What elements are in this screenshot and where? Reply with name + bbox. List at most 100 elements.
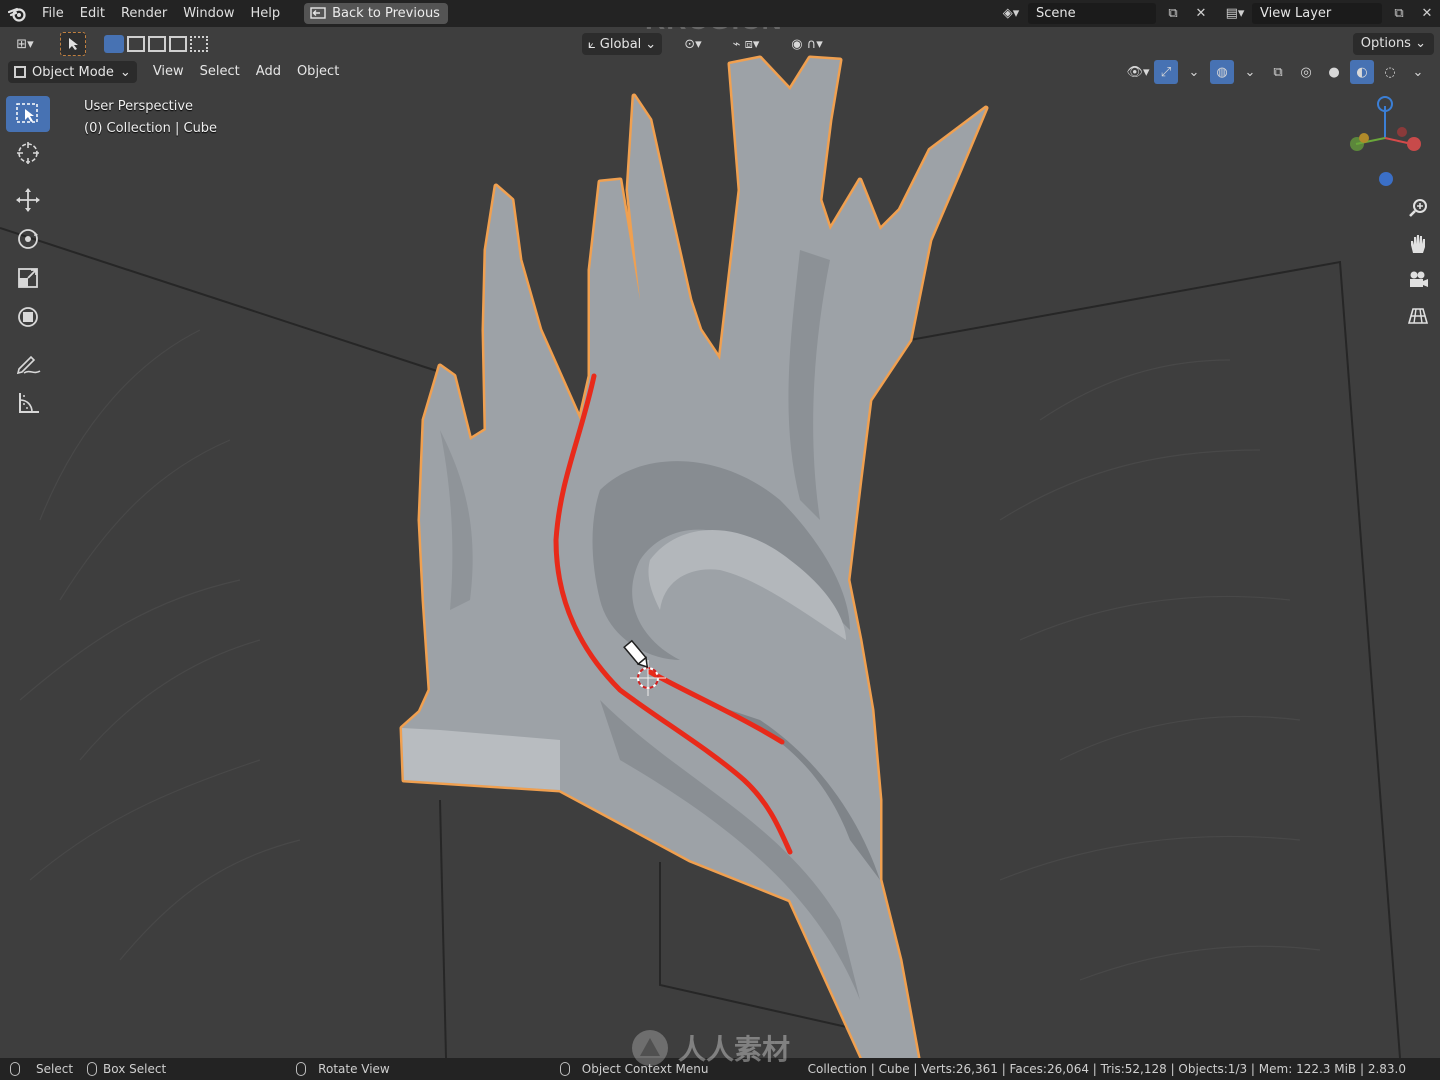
scene-selector-group: ◈▾ Scene ⧉ ✕ ▤▾ View Layer ⧉ ✕ bbox=[1000, 3, 1438, 24]
tool-shelf bbox=[6, 96, 52, 424]
mouse-right-icon bbox=[559, 1062, 570, 1076]
viewport-header: Object Mode ⌄ View Select Add Object 👁▾ … bbox=[0, 60, 1440, 84]
tool-header: ⊞▾ ⟀ Global ⌄ ⊙▾ ⌁ ⧈▾ ◉ ∩▾ Options ⌄ bbox=[0, 30, 1440, 58]
zoom-button[interactable] bbox=[1404, 190, 1432, 226]
new-scene-icon[interactable]: ⧉ bbox=[1162, 3, 1184, 24]
gizmo-toggle-icon[interactable]: ⤢ bbox=[1154, 60, 1178, 84]
back-to-previous-button[interactable]: Back to Previous bbox=[304, 3, 448, 24]
mouse-drag-icon bbox=[87, 1062, 98, 1076]
material-shading-icon[interactable]: ◐ bbox=[1350, 60, 1374, 84]
select-subtract-icon[interactable] bbox=[148, 36, 166, 52]
select-box-tool[interactable] bbox=[6, 96, 50, 132]
scene-field[interactable]: Scene bbox=[1028, 3, 1156, 24]
top-menu-bar: File Edit Render Window Help Back to Pre… bbox=[0, 0, 1440, 27]
select-invert-icon[interactable] bbox=[169, 36, 187, 52]
menu-render[interactable]: Render bbox=[113, 0, 175, 27]
visibility-icon[interactable]: 👁▾ bbox=[1126, 60, 1150, 84]
menu-window[interactable]: Window bbox=[175, 0, 242, 27]
status-rotate-view-label: Rotate View bbox=[318, 1062, 390, 1076]
scale-tool[interactable] bbox=[6, 260, 50, 296]
overlay-dropdown-icon[interactable]: ⌄ bbox=[1238, 60, 1262, 84]
select-intersect-icon[interactable] bbox=[190, 36, 208, 52]
select-box-icon bbox=[16, 103, 38, 123]
scene-statistics: Collection | Cube | Verts:26,361 | Faces… bbox=[807, 1062, 1406, 1076]
view-layer-field[interactable]: View Layer bbox=[1252, 3, 1382, 24]
select-extend-icon[interactable] bbox=[127, 36, 145, 52]
select-mode-group bbox=[104, 32, 208, 56]
navigation-gizmo[interactable] bbox=[1340, 92, 1430, 192]
watermark-bottom-text: 人人素材 bbox=[678, 1033, 791, 1066]
delete-view-layer-icon[interactable]: ✕ bbox=[1416, 3, 1438, 24]
rotate-tool[interactable] bbox=[6, 221, 50, 257]
gizmo-dropdown-icon[interactable]: ⌄ bbox=[1182, 60, 1206, 84]
rendered-shading-icon[interactable]: ◌ bbox=[1378, 60, 1402, 84]
select-new-icon[interactable] bbox=[104, 35, 124, 53]
viewport-info: User Perspective (0) Collection | Cube bbox=[84, 96, 217, 140]
options-label: Options bbox=[1360, 36, 1411, 51]
perspective-label: User Perspective bbox=[84, 99, 194, 114]
menu-file[interactable]: File bbox=[34, 0, 72, 27]
status-select: Select bbox=[0, 1062, 73, 1076]
annotate-icon bbox=[16, 355, 41, 375]
chevron-down-icon: ⌄ bbox=[645, 36, 657, 52]
measure-icon bbox=[19, 393, 39, 413]
transform-orientation-dropdown[interactable]: ⟀ Global ⌄ bbox=[582, 33, 663, 55]
menu-help[interactable]: Help bbox=[243, 0, 289, 27]
grid-ortho-icon bbox=[1408, 308, 1428, 324]
snap-icon[interactable]: ⌁ ⧈▾ bbox=[716, 32, 776, 56]
annotate-tool[interactable] bbox=[6, 346, 50, 382]
viewport-canvas[interactable] bbox=[0, 0, 1440, 1080]
scene-icon[interactable]: ◈▾ bbox=[1000, 3, 1022, 24]
overlay-toggle-icon[interactable]: ◍ bbox=[1210, 60, 1234, 84]
new-view-layer-icon[interactable]: ⧉ bbox=[1388, 3, 1410, 24]
menu-view[interactable]: View bbox=[145, 60, 192, 84]
screen-back-icon bbox=[310, 7, 326, 19]
object-mode-label: Object Mode bbox=[32, 64, 114, 80]
collection-label: (0) Collection | Cube bbox=[84, 121, 218, 136]
gizmo-neg-x-icon[interactable] bbox=[1397, 127, 1407, 137]
gizmo-neg-z-icon[interactable] bbox=[1379, 172, 1393, 186]
object-mode-dropdown[interactable]: Object Mode ⌄ bbox=[8, 61, 137, 83]
view-layer-icon[interactable]: ▤▾ bbox=[1224, 3, 1246, 24]
gizmo-x-icon[interactable] bbox=[1407, 137, 1421, 151]
pan-button[interactable] bbox=[1404, 226, 1432, 262]
orientation-icon: ⟀ bbox=[588, 36, 596, 52]
cursor-tool[interactable] bbox=[6, 135, 50, 171]
gizmo-neg-y-icon[interactable] bbox=[1359, 133, 1369, 143]
options-dropdown[interactable]: Options ⌄ bbox=[1352, 33, 1434, 55]
xray-icon[interactable]: ⧉ bbox=[1266, 60, 1290, 84]
measure-tool[interactable] bbox=[6, 385, 50, 421]
watermark-bottom: 人人素材 bbox=[630, 1028, 790, 1068]
transform-tool[interactable] bbox=[6, 299, 50, 335]
menu-edit[interactable]: Edit bbox=[72, 0, 113, 27]
solid-shading-icon[interactable]: ● bbox=[1322, 60, 1346, 84]
wireframe-shading-icon[interactable]: ◎ bbox=[1294, 60, 1318, 84]
object-mode-icon bbox=[14, 66, 26, 78]
mouse-left-icon bbox=[10, 1062, 20, 1076]
status-box-select-label: Box Select bbox=[103, 1062, 167, 1076]
back-to-previous-label: Back to Previous bbox=[332, 6, 440, 21]
blender-logo-icon[interactable] bbox=[0, 0, 34, 27]
pivot-point-icon[interactable]: ⊙▾ bbox=[676, 32, 710, 56]
move-icon bbox=[16, 188, 40, 212]
chevron-down-icon: ⌄ bbox=[119, 64, 131, 80]
move-tool[interactable] bbox=[6, 182, 50, 218]
editor-type-icon[interactable]: ⊞▾ bbox=[8, 32, 42, 56]
menu-object[interactable]: Object bbox=[289, 60, 347, 84]
camera-view-button[interactable] bbox=[1404, 262, 1432, 298]
watermark-logo-icon bbox=[632, 1030, 668, 1066]
status-select-label: Select bbox=[36, 1062, 74, 1076]
ortho-toggle-button[interactable] bbox=[1404, 298, 1432, 334]
rotate-icon bbox=[18, 229, 38, 249]
menu-select[interactable]: Select bbox=[192, 60, 248, 84]
orientation-label: Global bbox=[599, 36, 642, 52]
shading-controls: 👁▾ ⤢ ⌄ ◍ ⌄ ⧉ ◎ ● ◐ ◌ ⌄ bbox=[1126, 60, 1430, 84]
menu-add[interactable]: Add bbox=[248, 60, 289, 84]
status-box-select: Box Select bbox=[77, 1062, 166, 1076]
camera-icon bbox=[1410, 271, 1428, 287]
tweak-tool-icon[interactable] bbox=[60, 32, 86, 56]
transform-icon bbox=[18, 307, 38, 327]
proportional-edit-icon[interactable]: ◉ ∩▾ bbox=[782, 32, 832, 56]
delete-scene-icon[interactable]: ✕ bbox=[1190, 3, 1212, 24]
shading-dropdown-icon[interactable]: ⌄ bbox=[1406, 60, 1430, 84]
